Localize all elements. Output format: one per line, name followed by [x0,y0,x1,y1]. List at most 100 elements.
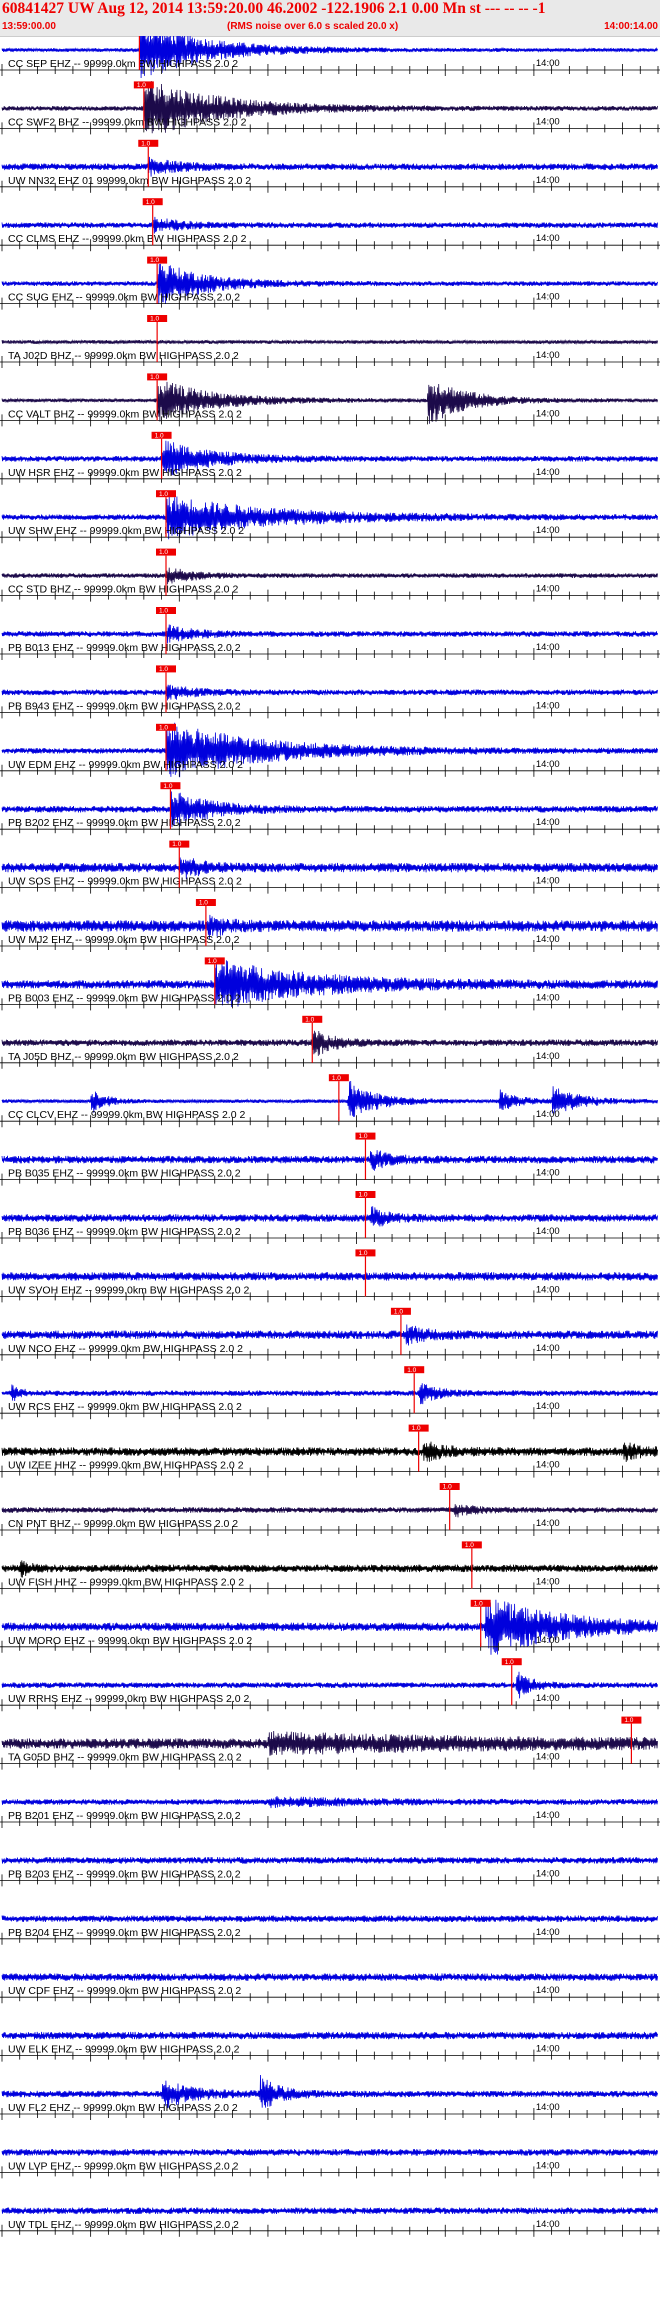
tick-label: 14:00 [536,934,560,945]
waveform-trace [1,1504,658,1518]
trace-label: CN PNT BHZ -- 99999.0km BW HIGHPASS 2.0 … [8,1518,238,1530]
tick-label: 14:00 [536,1810,560,1821]
waveform-trace [1,36,658,79]
pick-marker-label: 1.0 [407,1367,416,1374]
waveform-trace [1,1915,658,1923]
pick-marker-label: 1.0 [305,1016,314,1023]
pick-marker-label: 1.0 [155,432,164,439]
tick-label: 14:00 [536,525,560,536]
waveform-trace [1,2149,658,2156]
trace-label: UW RCS EHZ -- 99999.0km BW HIGHPASS 2.0 … [8,1401,242,1413]
trace-label: UW FL2 EHZ -- 99999.0km BW HIGHPASS 2.0 … [8,2102,238,2114]
waveform-trace [1,1973,658,1982]
trace-label: CC STD BHZ -- 99999.0km BW HIGHPASS 2.0 … [8,584,238,596]
tick-label: 14:00 [536,1168,560,1179]
trace-label: PB B201 EHZ -- 99999.0km BW HIGHPASS 2.0… [8,1810,241,1822]
event-title: 60841427 UW Aug 12, 2014 13:59:20.00 46.… [2,0,546,17]
waveform-trace [1,1206,658,1227]
trace-label: UW SVOH EHZ -- 99999.0km BW HIGHPASS 2.0… [8,1284,250,1296]
tick-label: 14:00 [536,1635,560,1646]
tick-label: 14:00 [536,1868,560,1879]
trace-label: TA J05D BHZ -- 99999.0km BW HIGHPASS 2.0… [8,1051,239,1063]
trace-label: TA J02D BHZ -- 99999.0km BW HIGHPASS 2.0… [8,350,239,362]
pick-marker-label: 1.0 [358,1192,367,1199]
trace-label: CC CLMS EHZ -- 99999.0km BW HIGHPASS 2.0… [8,233,247,245]
waveform-trace [1,2207,658,2215]
trace-label: CC SWF2 BHZ -- 99999.0km BW HIGHPASS 2.0… [8,116,247,128]
pick-marker-label: 1.0 [146,199,155,206]
trace-label: UW EDM EHZ -- 99999.0km BW HIGHPASS 2.0 … [8,759,243,771]
pick-marker-label: 1.0 [150,257,159,264]
tick-label: 14:00 [536,58,560,69]
trace-label: PB B036 EHZ -- 99999.0km BW HIGHPASS 2.0… [8,1226,241,1238]
pick-marker-label: 1.0 [159,608,168,615]
tick-label: 14:00 [536,1752,560,1763]
start-time-label: 13:59:00.00 [2,21,56,32]
pick-marker-label: 1.0 [199,900,208,907]
tick-label: 14:00 [536,116,560,127]
pick-marker-label: 1.0 [358,1250,367,1257]
tick-label: 14:00 [536,1693,560,1704]
pick-marker-label: 1.0 [394,1308,403,1315]
trace-label: UW NCO EHZ -- 99999.0km BW HIGHPASS 2.0 … [8,1343,243,1355]
tick-label: 14:00 [536,992,560,1003]
tick-label: 14:00 [536,817,560,828]
pick-marker-label: 1.0 [465,1542,474,1549]
plot-header: 60841427 UW Aug 12, 2014 13:59:20.00 46.… [0,0,660,37]
pick-marker-label: 1.0 [150,316,159,323]
trace-label: UW FISH HHZ -- 99999.0km BW HIGHPASS 2.0… [8,1576,244,1588]
pick-marker-label: 1.0 [208,958,217,965]
trace-label: CC CLCV EHZ -- 99999.0km BW HIGHPASS 2.0… [8,1109,245,1121]
tick-label: 14:00 [536,175,560,186]
trace-label: PB B202 EHZ -- 99999.0km BW HIGHPASS 2.0… [8,817,241,829]
trace-label: CC SEP EHZ -- 99999.0km BW HIGHPASS 2.0 … [8,58,238,70]
waveform-trace [1,1272,658,1281]
tick-label: 14:00 [536,1518,560,1529]
trace-label: UW SOS EHZ -- 99999.0km BW HIGHPASS 2.0 … [8,876,242,888]
tick-label: 14:00 [536,759,560,770]
tick-label: 14:00 [536,2102,560,2113]
waveform-trace [1,624,658,644]
tick-label: 14:00 [536,2044,560,2055]
tick-label: 14:00 [536,2219,560,2230]
trace-label: PB B204 EHZ -- 99999.0km BW HIGHPASS 2.0… [8,1927,241,1939]
tick-label: 14:00 [536,1343,560,1354]
pick-marker-label: 1.0 [150,374,159,381]
tick-label: 14:00 [536,2160,560,2171]
pick-marker-label: 1.0 [159,666,168,673]
trace-label: UW NN32 EHZ 01 99999.0km BW HIGHPASS 2.0… [8,175,251,187]
trace-label: PB B035 EHZ -- 99999.0km BW HIGHPASS 2.0… [8,1168,241,1180]
trace-label: UW MORO EHZ -- 99999.0km BW HIGHPASS 2.0… [8,1635,252,1647]
tick-label: 14:00 [536,408,560,419]
seismogram-plot: 14:00 CC SEP EHZ -- 99999.0km BW HIGHPASS… [0,36,660,2237]
tick-label: 14:00 [536,584,560,595]
tick-label: 14:00 [536,467,560,478]
pick-marker-label: 1.0 [505,1659,514,1666]
waveform-trace [1,338,658,346]
tick-label: 14:00 [536,642,560,653]
pick-marker-label: 1.0 [137,82,146,89]
trace-label: UW MJ2 EHZ -- 99999.0km BW HIGHPASS 2.0 … [8,934,240,946]
waveform-trace [1,216,658,234]
waveform-trace [1,567,658,585]
trace-label: PB B003 EHZ -- 99999.0km BW HIGHPASS 2.0… [8,992,241,1004]
pick-marker-label: 1.0 [163,783,172,790]
pick-marker-label: 1.0 [358,1133,367,1140]
waveform-trace [1,1857,658,1864]
trace-label: UW RRHS EHZ -- 99999.0km BW HIGHPASS 2.0… [8,1693,250,1705]
trace-label: UW HSR EHZ -- 99999.0km BW HIGHPASS 2.0 … [8,467,242,479]
trace-label: CC SUG EHZ -- 99999.0km BW HIGHPASS 2.0 … [8,292,240,304]
trace-label: PB B013 EHZ -- 99999.0km BW HIGHPASS 2.0… [8,642,241,654]
pick-marker-label: 1.0 [141,140,150,147]
end-time-label: 14:00:14.00 [604,21,658,32]
pick-marker-label: 1.0 [412,1425,421,1432]
tick-label: 14:00 [536,876,560,887]
rms-note: (RMS noise over 6.0 s scaled 20.0 x) [227,21,399,32]
pick-marker-label: 1.0 [159,549,168,556]
tick-label: 14:00 [536,1460,560,1471]
waveform-trace [1,2031,658,2040]
trace-label: UW IZEE HHZ -- 99999.0km BW HIGHPASS 2.0… [8,1460,244,1472]
tick-label: 14:00 [536,1576,560,1587]
tick-label: 14:00 [536,1284,560,1295]
trace-label: UW CDF EHZ -- 99999.0km BW HIGHPASS 2.0 … [8,1985,241,1997]
